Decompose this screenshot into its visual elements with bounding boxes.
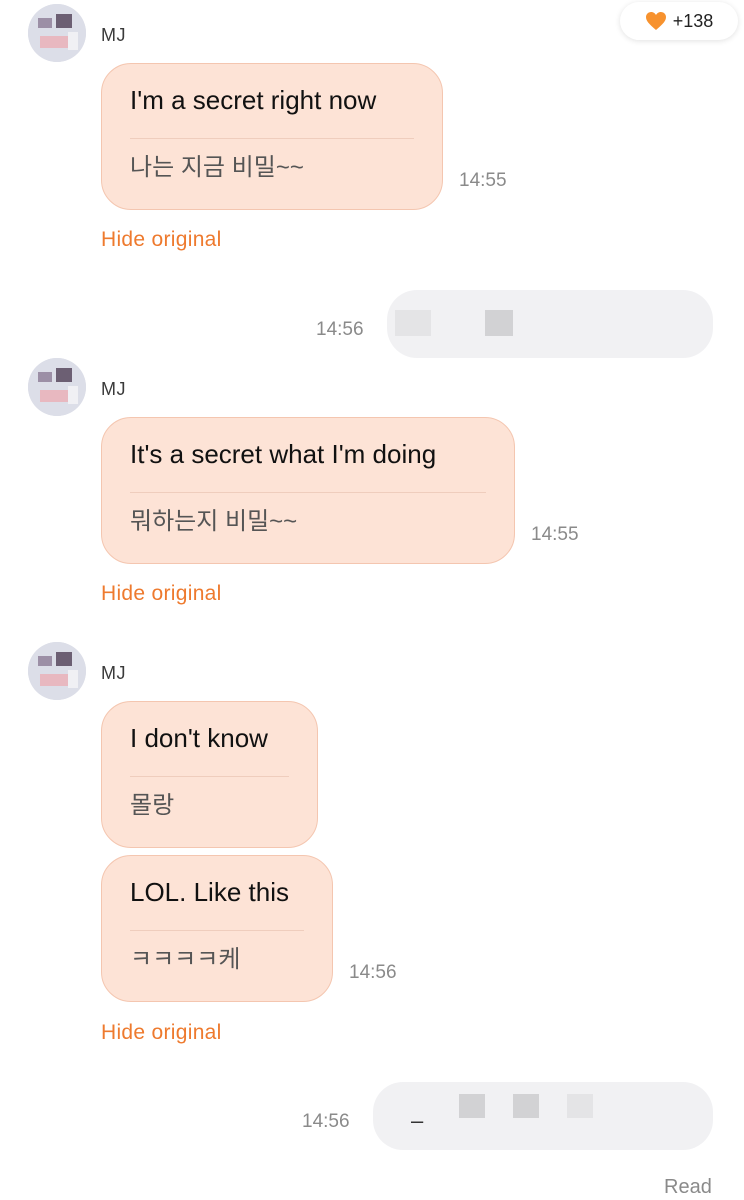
- sender-name: MJ: [101, 379, 126, 399]
- message-timestamp: 14:56: [349, 962, 397, 983]
- censor-block: [485, 310, 513, 336]
- avatar[interactable]: [28, 358, 86, 416]
- outgoing-message-bubble[interactable]: –: [373, 1082, 713, 1150]
- like-count: +138: [672, 10, 714, 31]
- like-count-badge[interactable]: +138: [620, 2, 738, 40]
- censor-block: [567, 1094, 593, 1118]
- message-bubble[interactable]: I'm a secret right now 나는 지금 비밀~~: [101, 63, 443, 210]
- translated-text: It's a secret what I'm doing: [130, 439, 437, 469]
- message-timestamp: 14:55: [531, 524, 579, 545]
- original-text: 몰랑: [130, 792, 175, 819]
- censor-block: [459, 1094, 485, 1118]
- message-timestamp: 14:56: [302, 1111, 350, 1132]
- message-timestamp: 14:56: [316, 319, 364, 340]
- sender-name: MJ: [101, 25, 126, 45]
- original-text: ㅋㅋㅋㅋ케: [130, 946, 241, 973]
- avatar[interactable]: [28, 642, 86, 700]
- censor-block: [513, 1094, 539, 1118]
- censor-block: [395, 310, 431, 336]
- outgoing-message-bubble[interactable]: [387, 290, 713, 358]
- message-bubble[interactable]: I don't know 몰랑: [101, 701, 318, 848]
- message-text-fragment: –: [411, 1108, 424, 1133]
- orange-heart-icon: [645, 11, 667, 31]
- message-timestamp: 14:55: [459, 170, 507, 191]
- hide-original-link[interactable]: Hide original: [101, 582, 222, 606]
- hide-original-link[interactable]: Hide original: [101, 1021, 222, 1045]
- avatar[interactable]: [28, 4, 86, 62]
- message-bubble[interactable]: It's a secret what I'm doing 뭐하는지 비밀~~: [101, 417, 515, 564]
- translated-text: I'm a secret right now: [130, 85, 377, 115]
- sender-name: MJ: [101, 663, 126, 683]
- hide-original-link[interactable]: Hide original: [101, 228, 222, 252]
- translated-text: LOL. Like this: [130, 877, 289, 907]
- read-receipt: Read: [664, 1176, 712, 1198]
- message-bubble[interactable]: LOL. Like this ㅋㅋㅋㅋ케: [101, 855, 333, 1002]
- original-text: 나는 지금 비밀~~: [130, 154, 304, 181]
- translated-text: I don't know: [130, 723, 268, 753]
- original-text: 뭐하는지 비밀~~: [130, 508, 298, 535]
